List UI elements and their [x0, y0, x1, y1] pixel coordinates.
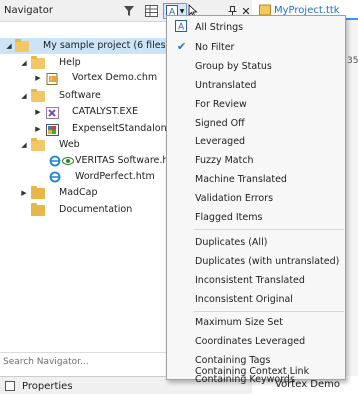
- checkmark-icon: ✔: [177, 40, 187, 53]
- properties-title: Properties: [22, 381, 73, 392]
- menu-item-label: Containing Context Link: [195, 366, 310, 377]
- menu-item-group-by-status[interactable]: Group by Status: [168, 56, 344, 75]
- menu-item-no-filter[interactable]: ✔ No Filter: [168, 37, 344, 56]
- menu-separator: [194, 229, 344, 230]
- menu-item-validation-errors[interactable]: Validation Errors: [168, 188, 344, 207]
- preview-eye-icon: [62, 155, 76, 166]
- folder-open-icon: [31, 56, 45, 69]
- collapse-arrow-icon[interactable]: ▶: [33, 104, 43, 120]
- grid-view-icon[interactable]: [143, 3, 159, 19]
- ie-file-icon: [49, 155, 63, 167]
- menu-item-containing-tags[interactable]: Containing Tags: [168, 331, 344, 366]
- menu-item-untranslated[interactable]: Untranslated: [168, 75, 344, 94]
- tree-item-label: Documentation: [59, 204, 133, 215]
- menu-item-leveraged[interactable]: Leveraged: [168, 131, 344, 150]
- folder-icon: [31, 186, 45, 199]
- collapse-arrow-icon[interactable]: ▶: [33, 70, 43, 86]
- ie-file-icon: [49, 171, 63, 183]
- menu-item-flagged-items[interactable]: Flagged Items: [168, 207, 344, 226]
- string-filter-icon: A: [175, 20, 187, 32]
- app-file-icon: [46, 124, 60, 136]
- menu-item-signed-off[interactable]: Signed Off: [168, 113, 344, 132]
- tree-item-label: Software: [59, 90, 101, 101]
- folder-icon: [31, 203, 45, 216]
- menu-item-for-review[interactable]: For Review: [168, 94, 344, 113]
- expand-arrow-icon[interactable]: ◢: [19, 55, 29, 71]
- chevron-down-icon: ▼: [179, 7, 185, 15]
- exe-file-icon: [46, 107, 60, 119]
- folder-open-icon: [31, 138, 45, 151]
- menu-item-label: For Review: [195, 99, 247, 110]
- edge-number: 35: [347, 56, 358, 66]
- filter-icon[interactable]: [121, 3, 137, 19]
- tree-item-label: Help: [59, 57, 81, 68]
- menu-item-label: Validation Errors: [195, 193, 274, 204]
- menu-item-label: Untranslated: [195, 80, 257, 91]
- chm-file-icon: ?: [46, 73, 60, 85]
- menu-item-label: Duplicates (All): [195, 237, 268, 248]
- menu-item-label: Signed Off: [195, 118, 245, 129]
- menu-item-label: Machine Translated: [195, 174, 287, 185]
- menu-item-machine-translated[interactable]: Machine Translated: [168, 169, 344, 188]
- menu-item-label: No Filter: [195, 42, 235, 53]
- tree-item-label: ExpenseltStandalone.e: [72, 123, 182, 134]
- tree-item-label: WordPerfect.htm: [75, 171, 155, 182]
- menu-item-duplicates-untranslated[interactable]: Duplicates (with untranslated): [168, 251, 344, 270]
- menu-item-label: All Strings: [195, 22, 244, 33]
- menu-item-containing-context-link[interactable]: Containing Context Link: [168, 360, 344, 379]
- expand-arrow-icon[interactable]: ◢: [19, 137, 29, 153]
- menu-item-coordinates-leveraged[interactable]: Coordinates Leveraged: [168, 312, 344, 347]
- tree-item-label: CATALYST.EXE: [72, 106, 139, 117]
- menu-item-label: Flagged Items: [195, 212, 263, 223]
- menu-item-label: Group by Status: [195, 61, 272, 72]
- tree-item-label: My sample project (6 files): [43, 40, 170, 51]
- tree-item-label: MadCap: [59, 187, 98, 198]
- menu-item-label: Inconsistent Translated: [195, 275, 305, 286]
- folder-open-icon: [31, 89, 45, 102]
- menu-item-all-strings[interactable]: A All Strings: [168, 17, 344, 36]
- menu-item-label: Fuzzy Match: [195, 155, 254, 166]
- tree-item-label: Vortex Demo.chm: [72, 72, 158, 83]
- svg-text:A: A: [178, 23, 185, 33]
- collapse-arrow-icon[interactable]: ▶: [19, 185, 29, 201]
- properties-icon: [5, 381, 15, 391]
- menu-item-label: Duplicates (with untranslated): [195, 256, 340, 267]
- menu-item-inconsistent-translated[interactable]: Inconsistent Translated: [168, 270, 344, 289]
- expand-arrow-icon[interactable]: ◢: [4, 38, 14, 54]
- menu-item-fuzzy-match[interactable]: Fuzzy Match: [168, 150, 344, 169]
- navigator-title: Navigator: [4, 5, 53, 16]
- string-filter-menu: A All Strings ✔ No Filter Group by Statu…: [166, 15, 346, 385]
- menu-item-duplicates-all[interactable]: Duplicates (All): [168, 232, 344, 251]
- tree-item-label: Web: [59, 139, 80, 150]
- menu-item-label: Leveraged: [195, 136, 246, 147]
- menu-item-maximum-size-set[interactable]: Maximum Size Set: [168, 293, 344, 328]
- search-placeholder: Search Navigator...: [3, 357, 89, 367]
- folder-open-icon: [15, 39, 29, 52]
- collapse-arrow-icon[interactable]: ▶: [33, 121, 43, 137]
- expand-arrow-icon[interactable]: ◢: [19, 88, 29, 104]
